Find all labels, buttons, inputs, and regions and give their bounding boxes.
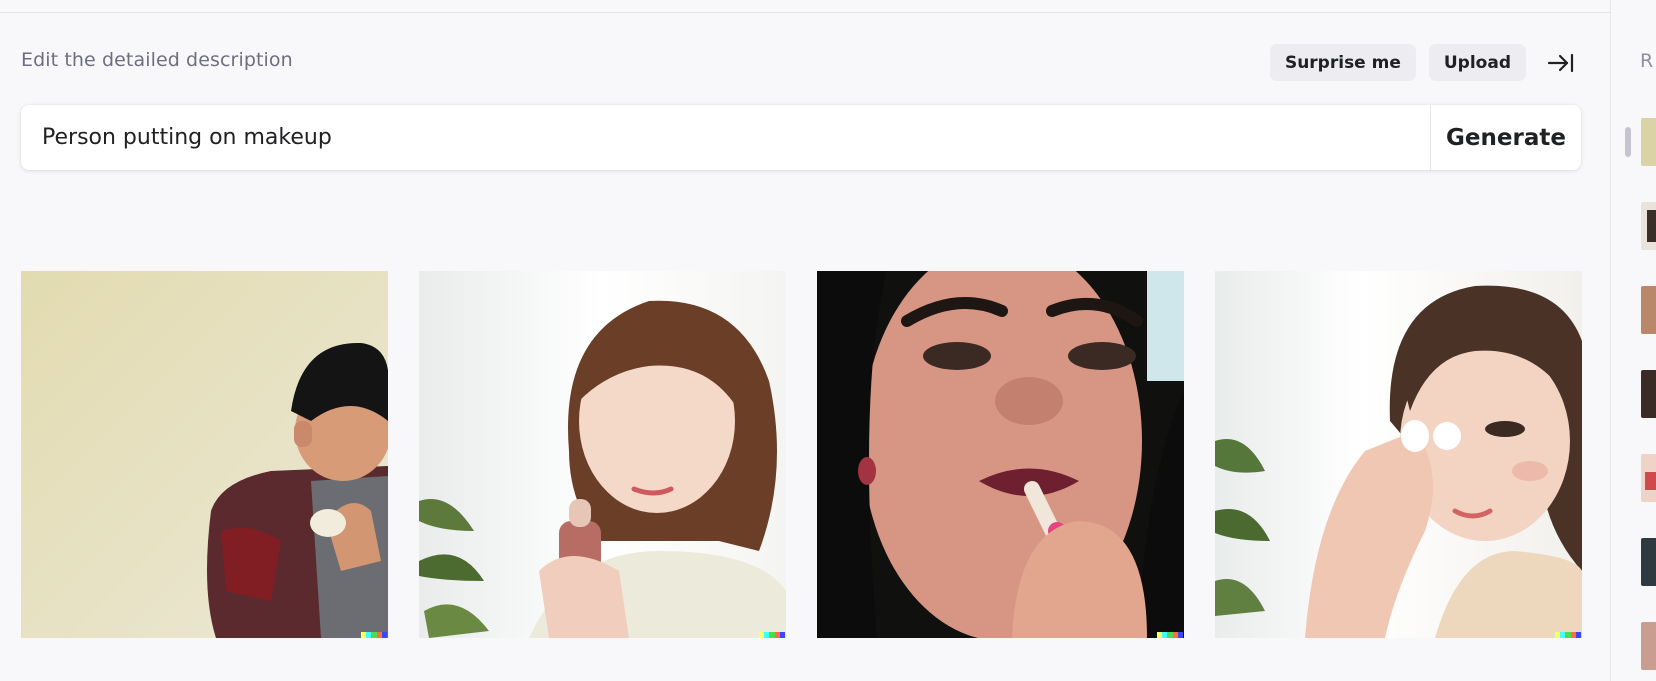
history-thumbnail[interactable] [1641, 538, 1656, 586]
result-image-4[interactable] [1215, 271, 1582, 638]
result-image-3[interactable] [817, 271, 1184, 638]
prompt-bar: Person putting on makeup Generate [21, 105, 1581, 170]
generated-signature [361, 632, 388, 638]
top-actions: Surprise me Upload [1269, 44, 1579, 81]
upload-button[interactable]: Upload [1428, 44, 1526, 81]
history-thumbnail[interactable] [1641, 202, 1656, 250]
history-thumbnail[interactable] [1641, 454, 1656, 502]
history-thumbnail[interactable] [1641, 622, 1656, 670]
arrow-right-bar-icon[interactable] [1543, 44, 1579, 81]
generated-signature [1555, 632, 1582, 638]
history-thumbnail[interactable] [1641, 286, 1656, 334]
generate-button[interactable]: Generate [1430, 105, 1581, 170]
main-panel: Edit the detailed description Surprise m… [0, 0, 1610, 681]
history-thumbnail[interactable] [1641, 370, 1656, 418]
sidebar-scrollbar[interactable] [1625, 127, 1631, 157]
sidebar-heading: R [1640, 50, 1654, 72]
results-grid [21, 271, 1582, 638]
generated-signature [759, 632, 786, 638]
surprise-me-button[interactable]: Surprise me [1269, 44, 1416, 81]
prompt-input[interactable]: Person putting on makeup [21, 125, 1430, 150]
description-label: Edit the detailed description [21, 49, 293, 71]
result-image-2[interactable] [419, 271, 786, 638]
history-sidebar: R [1610, 0, 1656, 681]
history-thumbnail[interactable] [1641, 118, 1656, 166]
result-image-1[interactable] [21, 271, 388, 638]
generated-signature [1157, 632, 1184, 638]
